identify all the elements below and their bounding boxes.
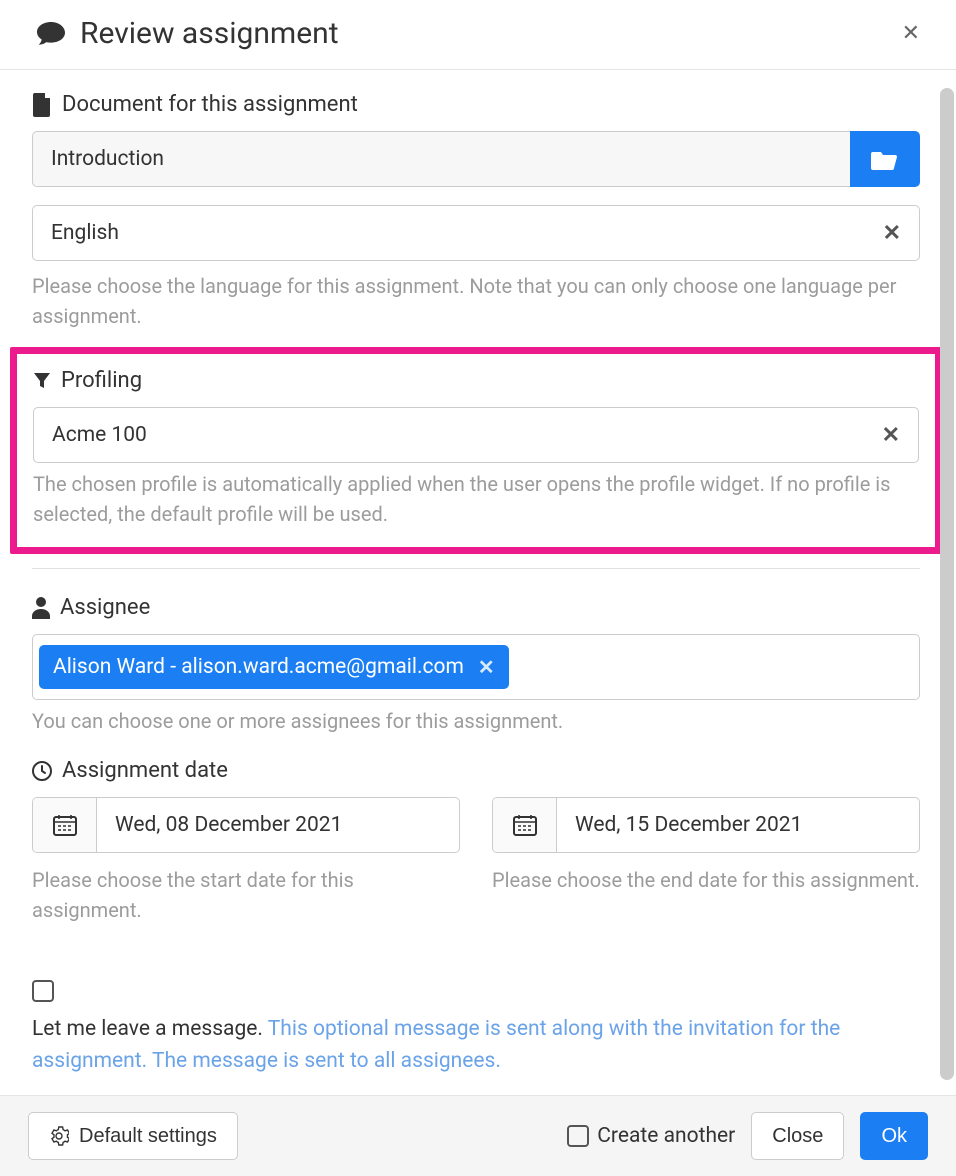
create-another-label: Create another: [597, 1124, 735, 1148]
open-document-button[interactable]: [850, 131, 920, 187]
document-icon: [32, 93, 52, 117]
scrollbar[interactable]: [940, 88, 954, 1080]
folder-open-icon: [871, 148, 899, 170]
end-date-input[interactable]: Wed, 15 December 2021: [492, 797, 920, 853]
clear-profiling-icon[interactable]: ✕: [882, 423, 900, 448]
modal-body: Document for this assignment Introductio…: [0, 70, 956, 1095]
ok-button-label: Ok: [881, 1125, 907, 1148]
review-assignment-modal: Review assignment ✕ Document for this as…: [0, 0, 956, 1176]
assignee-input[interactable]: Alison Ward - alison.ward.acme@gmail.com…: [32, 634, 920, 700]
message-row: Let me leave a message. This optional me…: [32, 977, 920, 1077]
start-date-value: Wed, 08 December 2021: [97, 798, 459, 852]
assignee-chip-text: Alison Ward - alison.ward.acme@gmail.com: [53, 655, 464, 679]
default-settings-button[interactable]: Default settings: [28, 1112, 238, 1160]
document-input[interactable]: Introduction: [32, 131, 850, 187]
clock-icon: [32, 761, 52, 781]
start-date-input[interactable]: Wed, 08 December 2021: [32, 797, 460, 853]
date-label-text: Assignment date: [62, 758, 228, 783]
end-date-value: Wed, 15 December 2021: [557, 798, 919, 852]
modal-header: Review assignment ✕: [0, 0, 956, 70]
profiling-help: The chosen profile is automatically appl…: [33, 469, 919, 529]
calendar-icon: [53, 814, 77, 836]
profiling-section-label: Profiling: [33, 368, 919, 393]
close-icon[interactable]: ✕: [894, 19, 928, 49]
modal-footer: Default settings Create another Close Ok: [0, 1095, 956, 1176]
create-another-toggle[interactable]: Create another: [567, 1124, 735, 1148]
clear-language-icon[interactable]: ✕: [883, 221, 901, 246]
message-label: Let me leave a message.: [32, 1017, 263, 1041]
profiling-section-highlight: Profiling Acme 100 ✕ The chosen profile …: [10, 347, 942, 554]
assignee-chip: Alison Ward - alison.ward.acme@gmail.com…: [39, 645, 509, 689]
profiling-select[interactable]: Acme 100 ✕: [33, 407, 919, 463]
speech-bubble-icon: [36, 21, 66, 47]
filter-icon: [33, 372, 51, 390]
user-icon: [32, 597, 50, 619]
close-button[interactable]: Close: [751, 1112, 844, 1160]
language-value: English: [51, 221, 119, 245]
ok-button[interactable]: Ok: [860, 1112, 928, 1160]
date-section-label: Assignment date: [32, 758, 920, 783]
calendar-icon: [513, 814, 537, 836]
assignee-help: You can choose one or more assignees for…: [32, 706, 920, 736]
document-label-text: Document for this assignment: [62, 92, 358, 117]
language-help: Please choose the language for this assi…: [32, 271, 920, 331]
document-value: Introduction: [51, 147, 164, 171]
create-another-checkbox[interactable]: [567, 1125, 589, 1147]
start-date-help: Please choose the start date for this as…: [32, 865, 460, 925]
message-checkbox[interactable]: [32, 980, 54, 1002]
assignee-label-text: Assignee: [60, 595, 150, 620]
profiling-value: Acme 100: [52, 423, 147, 447]
section-divider: [32, 568, 920, 569]
modal-title: Review assignment: [80, 16, 339, 51]
gear-icon: [49, 1126, 69, 1146]
close-button-label: Close: [772, 1125, 823, 1148]
language-select[interactable]: English ✕: [32, 205, 920, 261]
profiling-label-text: Profiling: [61, 368, 142, 393]
document-section-label: Document for this assignment: [32, 92, 920, 117]
default-settings-label: Default settings: [79, 1125, 217, 1148]
assignee-section-label: Assignee: [32, 595, 920, 620]
remove-assignee-icon[interactable]: ✕: [478, 655, 495, 679]
end-date-help: Please choose the end date for this assi…: [492, 865, 920, 895]
